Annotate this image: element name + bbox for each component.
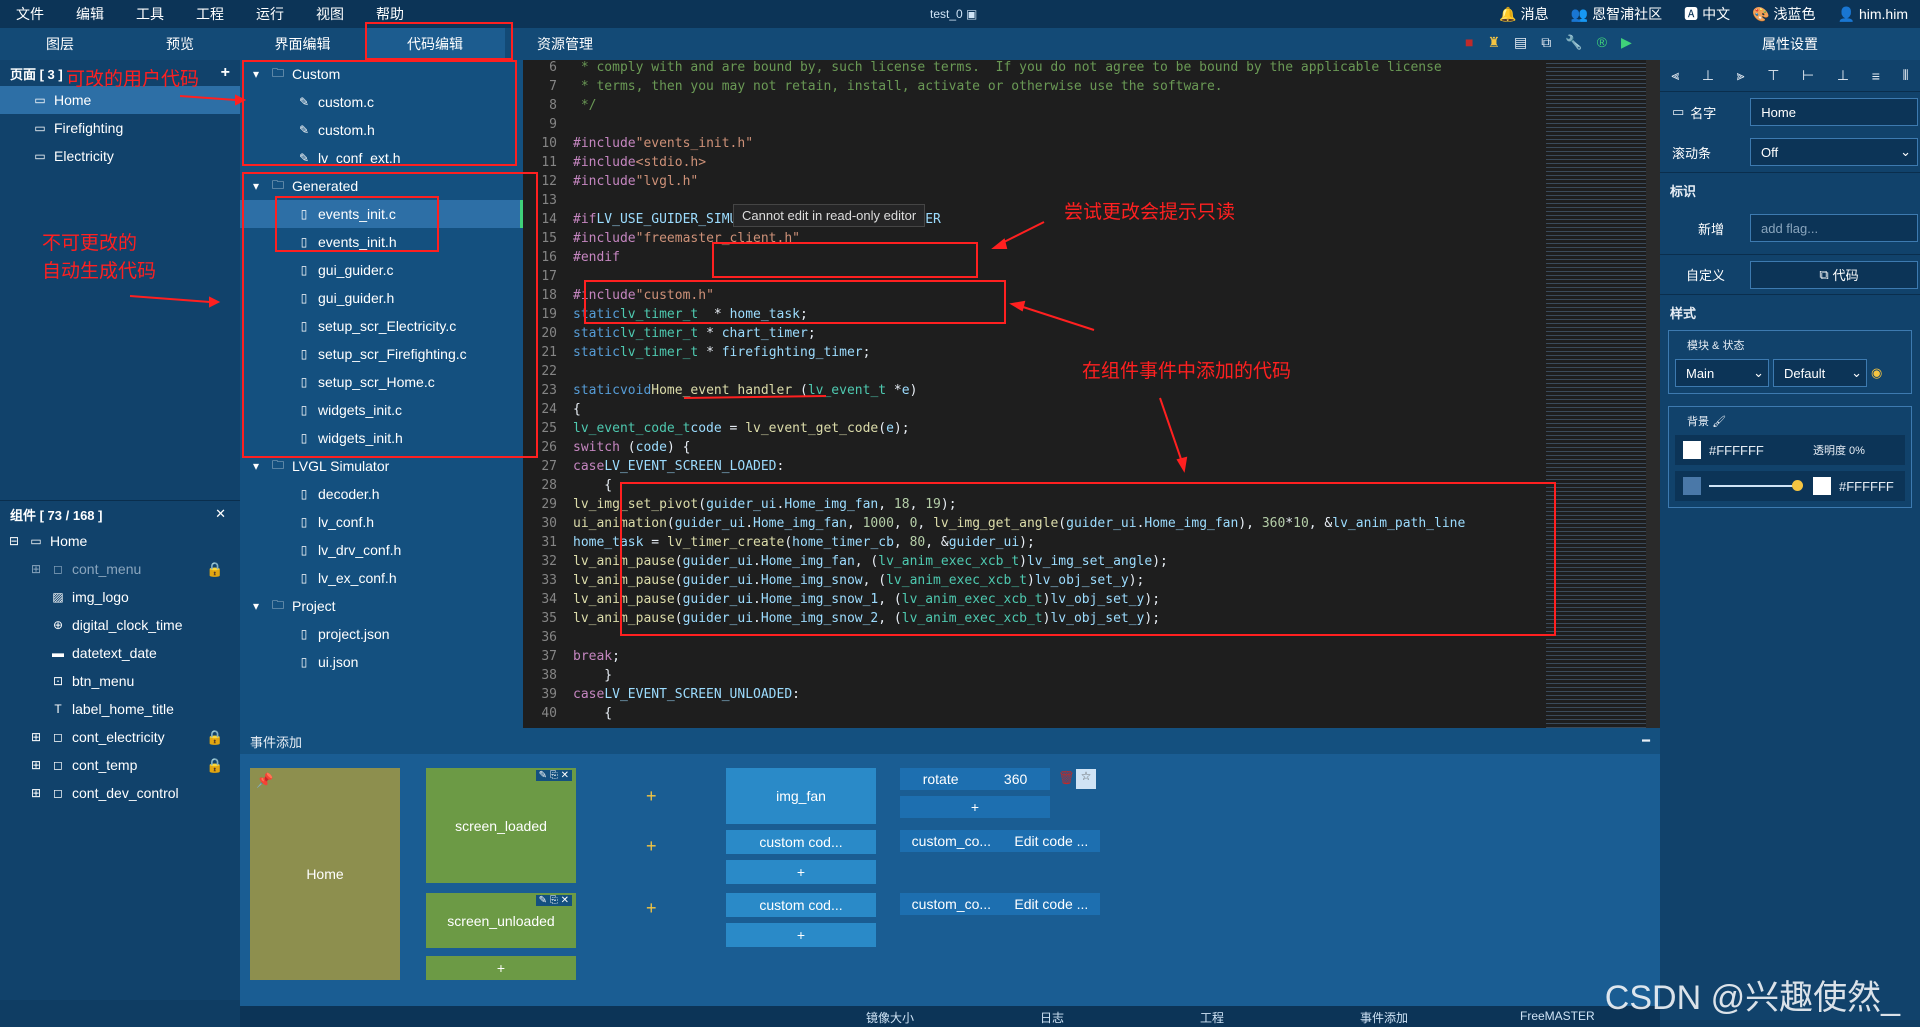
annotation-arrows <box>129 94 1188 473</box>
